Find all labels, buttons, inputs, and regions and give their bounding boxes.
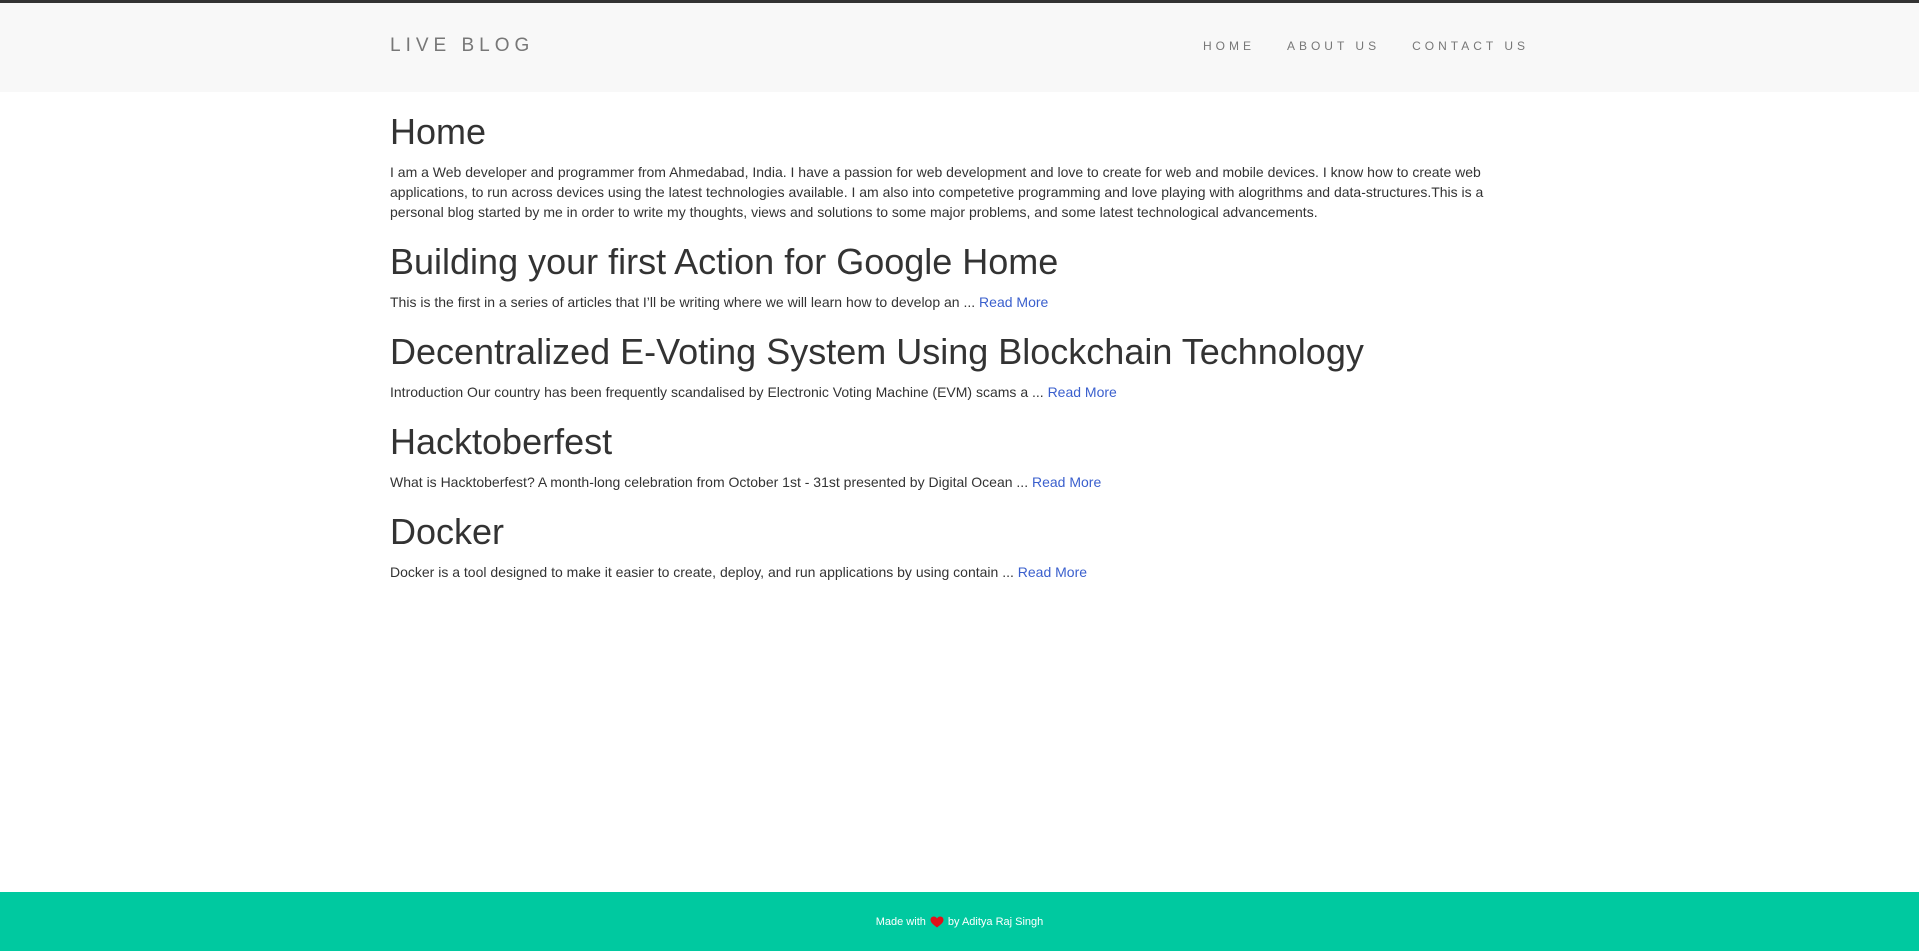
post-excerpt-paragraph: Introduction Our country has been freque…: [390, 382, 1530, 402]
main-content: Home I am a Web developer and programmer…: [390, 92, 1530, 592]
post-excerpt: Introduction Our country has been freque…: [390, 384, 1048, 400]
nav-link-contact-us[interactable]: CONTACT US: [1400, 39, 1541, 53]
heart-icon: [930, 916, 944, 928]
nav-link-about-us[interactable]: ABOUT US: [1275, 39, 1392, 53]
post-item: Decentralized E-Voting System Using Bloc…: [390, 332, 1530, 402]
post-excerpt-paragraph: This is the first in a series of article…: [390, 292, 1530, 312]
intro-text: I am a Web developer and programmer from…: [390, 164, 1484, 220]
post-excerpt: What is Hacktoberfest? A month-long cele…: [390, 474, 1032, 490]
post-title: Decentralized E-Voting System Using Bloc…: [390, 331, 1364, 372]
post-item: Docker Docker is a tool designed to make…: [390, 512, 1530, 582]
post-excerpt: This is the first in a series of article…: [390, 294, 980, 310]
page-title: Home: [390, 111, 487, 152]
post-item: Hacktoberfest What is Hacktoberfest? A m…: [390, 422, 1530, 492]
footer-prefix: Made with: [875, 915, 926, 928]
footer: Made with by Aditya Raj Singh: [0, 892, 1919, 951]
navbar-inner: LIVE BLOG HOME ABOUT US CONTACT US: [390, 3, 1529, 92]
read-more-link[interactable]: Read More: [1048, 384, 1117, 400]
footer-suffix: by Aditya Raj Singh: [947, 915, 1044, 928]
nav-links: HOME ABOUT US CONTACT US: [1183, 39, 1541, 53]
post-excerpt: Docker is a tool designed to make it eas…: [390, 564, 1018, 580]
post-item: Building your first Action for Google Ho…: [390, 242, 1530, 312]
post-title: Docker: [390, 511, 505, 552]
nav-link-home[interactable]: HOME: [1191, 39, 1267, 53]
post-excerpt-paragraph: What is Hacktoberfest? A month-long cele…: [390, 472, 1530, 492]
navbar: LIVE BLOG HOME ABOUT US CONTACT US: [0, 3, 1919, 92]
post-excerpt-paragraph: Docker is a tool designed to make it eas…: [390, 562, 1530, 582]
post-title: Building your first Action for Google Ho…: [390, 241, 1059, 282]
brand-logo-link[interactable]: LIVE BLOG: [390, 35, 534, 57]
post-title: Hacktoberfest: [390, 421, 613, 462]
read-more-link[interactable]: Read More: [1032, 474, 1101, 490]
read-more-link[interactable]: Read More: [979, 294, 1048, 310]
read-more-link[interactable]: Read More: [1018, 564, 1087, 580]
